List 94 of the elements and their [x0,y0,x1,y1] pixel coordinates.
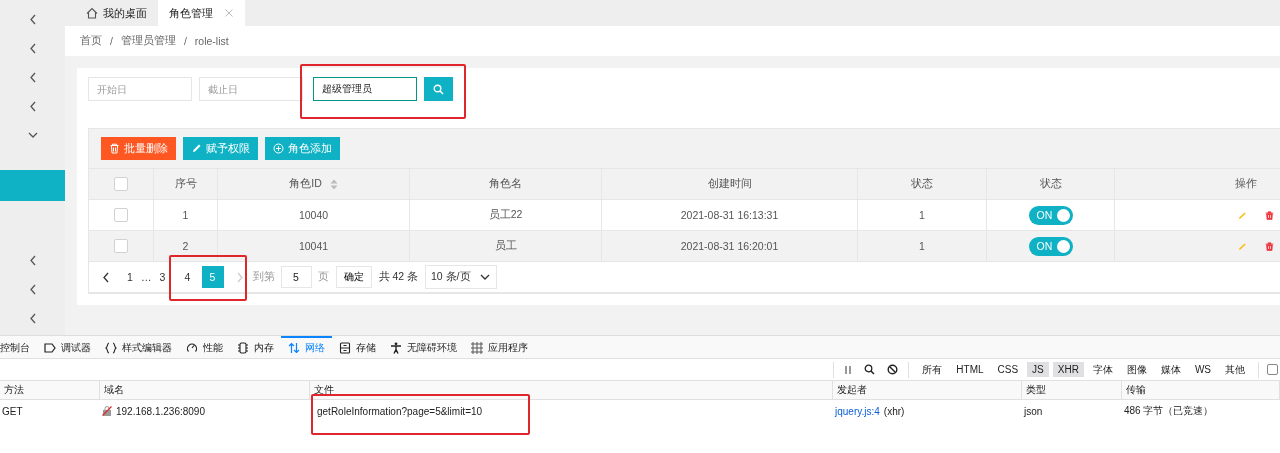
previous-page-icon[interactable] [101,271,111,283]
filter-button[interactable]: 其他 [1220,360,1250,379]
breadcrumb-link[interactable]: 首页 [80,34,102,48]
table-cell: 192.168.1.236:8090 [116,405,205,417]
date-field[interactable]: 开始日 [88,77,192,101]
initiator-link[interactable]: jquery.js:4 [835,405,880,417]
plus-circle-icon [273,143,284,154]
devtools-tab[interactable]: 内存 [230,336,281,358]
breadcrumb-link[interactable]: role-list [194,35,229,47]
table-cell: 1 [182,209,189,221]
column-header: 域名 [104,383,124,397]
table-cell: GET [2,405,23,417]
grid-icon [471,342,483,354]
search-button[interactable] [424,77,453,101]
pencil-icon[interactable] [1238,241,1247,251]
braces-icon [105,342,117,354]
filter-button[interactable]: CSS [992,362,1024,377]
devtools-tab[interactable]: 性能 [179,336,230,358]
table-cell: 2 [182,240,189,252]
column-header: 发起者 [837,383,867,397]
column-header: 角色名 [489,177,522,191]
page-size-select[interactable]: 10 条/页 [425,265,497,289]
table-cell: 1 [919,240,925,252]
column-header: 创建时间 [707,177,752,191]
breadcrumb-separator: / [183,35,187,47]
column-header: 方法 [4,383,24,397]
page-number[interactable]: 1 [119,266,141,288]
tag-icon [44,342,56,354]
page-number[interactable]: 4 [176,266,199,288]
column-header: 操作 [1235,177,1257,191]
pause-icon[interactable] [844,364,853,375]
page-number[interactable]: 3 [151,266,174,288]
filter-button[interactable]: XHR [1052,362,1084,377]
person-icon [390,342,402,354]
trash-icon[interactable] [1265,210,1274,220]
column-header: 传输 [1126,383,1146,397]
jump-label: 到第 [252,270,275,284]
table-cell: 486 字节（已竞速） [1124,404,1214,418]
table-cell: 10040 [298,209,329,221]
search-icon[interactable] [864,364,876,375]
total-count: 共 42 条 [378,270,418,284]
storage-icon [339,342,351,354]
column-header: 序号 [174,177,197,191]
table-cell: 1 [919,209,925,221]
breadcrumb-link[interactable]: 管理员管理 [120,34,176,48]
devtools-tab[interactable]: 存储 [332,336,383,358]
column-header: 类型 [1026,383,1046,397]
home-icon [86,7,98,19]
column-header: 角色ID [289,177,322,191]
table-cell: 2021-08-31 16:20:01 [680,240,779,252]
devtools-tab[interactable]: 无障碍环境 [383,336,464,358]
filter-button[interactable]: 媒体 [1155,360,1186,379]
chip-icon [237,342,249,354]
page-input[interactable]: 5 [280,266,312,288]
devtools-tab[interactable]: 应用程序 [464,336,535,358]
arrows-icon [288,342,300,354]
page-unit: 页 [317,270,329,284]
breadcrumb-separator: / [110,35,113,47]
trash-icon [109,143,120,154]
table-row[interactable]: 1 10040 员工22 2021-08-31 16:13:31 1 ON [89,199,1280,230]
column-header: 状态 [1039,177,1062,191]
table-cell: 10041 [298,240,329,252]
devtools-tab[interactable]: 样式编辑器 [98,336,179,358]
date-field[interactable]: 截止日 [199,77,303,101]
devtools-tab[interactable]: 网络 [281,336,332,358]
table-cell: (xhr) [883,405,905,417]
checkbox[interactable] [1267,364,1278,375]
table-cell[interactable]: getRoleInformation?page=5&limit=10 [312,405,483,417]
tab[interactable]: 角色管理 [158,0,245,26]
filter-button[interactable]: WS [1189,362,1216,377]
pencil-icon [191,143,202,154]
filter-button[interactable]: JS [1027,362,1049,377]
filter-button[interactable]: 图像 [1121,360,1152,379]
confirm-button[interactable]: 确定 [335,266,372,288]
table-cell: 2021-08-31 16:13:31 [680,209,779,221]
filter-button[interactable]: HTML [951,362,989,377]
devtools-tab[interactable]: 控制台 [0,336,37,358]
page-ellipsis: … [141,271,152,283]
table-cell: 员工22 [488,208,523,222]
block-icon[interactable] [887,364,899,375]
column-header: 文件 [314,383,334,397]
search-icon [433,83,444,95]
pencil-icon[interactable] [1238,210,1247,220]
table-row[interactable]: 2 10041 员工 2021-08-31 16:20:01 1 ON [89,230,1280,261]
trash-icon[interactable] [1265,241,1274,251]
table-cell: 员工 [494,239,517,253]
filter-button[interactable]: 字体 [1087,360,1118,379]
column-header: 状态 [911,177,933,191]
table-cell: json [1024,405,1043,417]
gauge-icon [186,342,198,354]
filter-button[interactable]: 所有 [917,360,948,379]
devtools-tab[interactable]: 调试器 [37,336,98,358]
search-field[interactable]: 超级管理员 [313,77,417,101]
tab[interactable]: 我的桌面 [75,0,158,26]
